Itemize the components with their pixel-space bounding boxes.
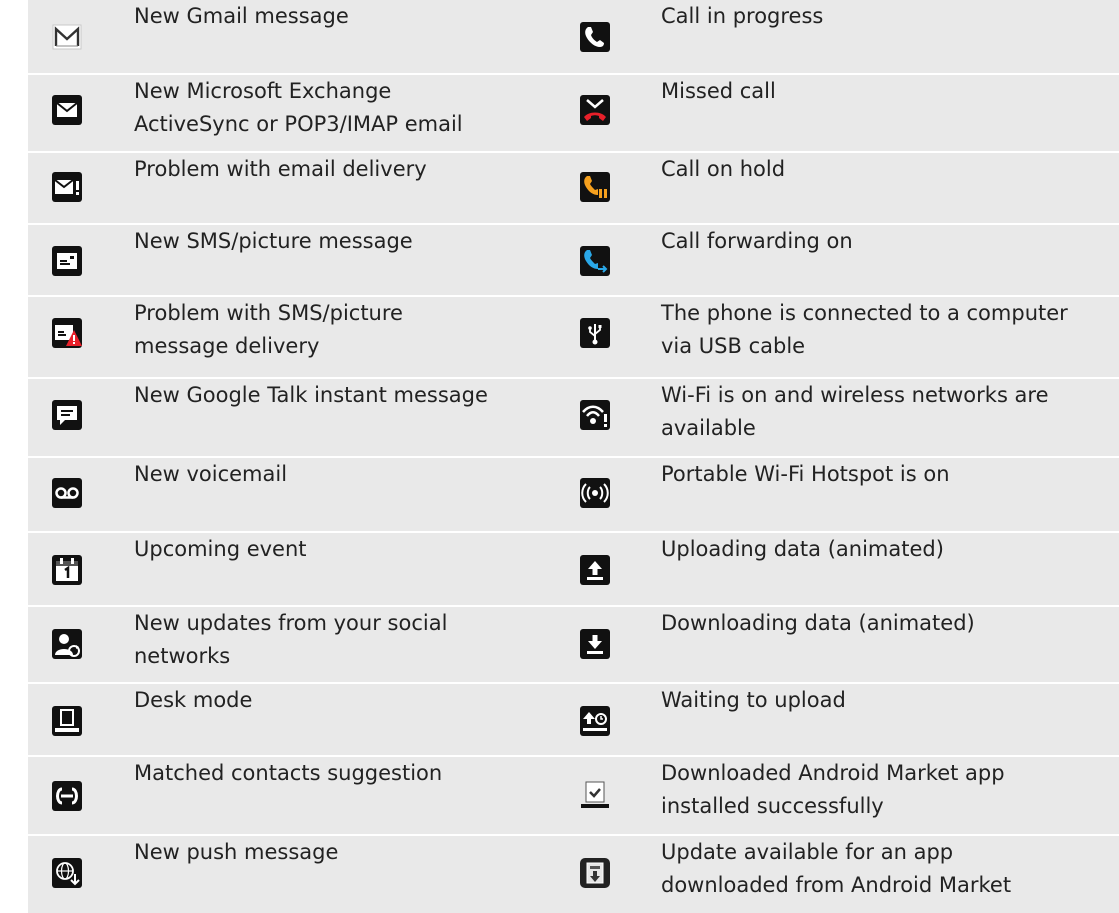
left-description: Problem with email delivery <box>134 153 427 186</box>
description-line: New Microsoft Exchange <box>134 79 392 103</box>
description-line: Uploading data (animated) <box>661 537 944 561</box>
sms-icon <box>52 246 82 276</box>
left-description: New SMS/picture message <box>134 225 413 258</box>
description-line: New SMS/picture message <box>134 229 413 253</box>
description-line: Waiting to upload <box>661 688 846 712</box>
right-description: Uploading data (animated) <box>661 533 944 566</box>
description-line: New push message <box>134 840 339 864</box>
call-forwarding-icon <box>580 246 610 276</box>
right-description: Call forwarding on <box>661 225 853 258</box>
email-problem-icon <box>52 172 82 202</box>
hotspot-icon <box>580 478 610 508</box>
right-description: Portable Wi-Fi Hotspot is on <box>661 458 950 491</box>
call-in-progress-icon <box>580 22 610 52</box>
left-description: New Google Talk instant message <box>134 379 488 412</box>
gmail-icon <box>52 22 82 52</box>
table-row: Upcoming event Uploading data (animated) <box>28 533 1119 605</box>
description-line: New Gmail message <box>134 4 349 28</box>
waiting-upload-icon <box>580 706 610 736</box>
left-description: New Microsoft Exchange ActiveSync or POP3… <box>134 75 463 141</box>
table-row: New Microsoft Exchange ActiveSync or POP3… <box>28 75 1119 151</box>
left-description: New push message <box>134 836 338 869</box>
table-row: New Google Talk instant message Wi-Fi is… <box>28 379 1119 456</box>
table-row: New push message Update available for an… <box>28 836 1119 913</box>
table-row: New updates from your social networks Dow… <box>28 607 1119 682</box>
right-description: The phone is connected to a computer via … <box>661 297 1068 363</box>
right-description: Update available for an app downloaded fr… <box>661 836 1011 902</box>
description-line: downloaded from Android Market <box>661 873 1012 897</box>
call-on-hold-icon <box>580 172 610 202</box>
voicemail-icon <box>52 478 82 508</box>
description-line: Downloading data (animated) <box>661 611 975 635</box>
description-line: Missed call <box>661 79 776 103</box>
description-line: Downloaded Android Market app <box>661 761 1005 785</box>
matched-contacts-icon <box>52 781 82 811</box>
description-line: message delivery <box>134 334 320 358</box>
google-talk-icon <box>52 400 82 430</box>
description-line: Problem with email delivery <box>134 157 427 181</box>
right-description: Waiting to upload <box>661 684 846 717</box>
left-description: Matched contacts suggestion <box>134 757 442 790</box>
table-row: Desk mode Waiting to upload <box>28 684 1119 755</box>
description-line: available <box>661 416 756 440</box>
description-line: Update available for an app <box>661 840 954 864</box>
left-description: New updates from your social networks <box>134 607 447 673</box>
right-description: Call in progress <box>661 0 823 33</box>
description-line: Call in progress <box>661 4 824 28</box>
description-line: Call on hold <box>661 157 786 181</box>
calendar-icon <box>52 555 82 585</box>
description-line: Wi-Fi is on and wireless networks are <box>661 383 1049 407</box>
upload-icon <box>580 555 610 585</box>
right-description: Downloading data (animated) <box>661 607 975 640</box>
push-message-icon <box>52 858 82 888</box>
description-line: networks <box>134 644 231 668</box>
email-icon <box>52 95 82 125</box>
right-description: Wi-Fi is on and wireless networks are ava… <box>661 379 1049 445</box>
missed-call-icon <box>580 95 610 125</box>
description-line: The phone is connected to a computer <box>661 301 1068 325</box>
table-row: Problem with email delivery Call on hold <box>28 153 1119 223</box>
table-row: New voicemail Portable Wi-Fi Hotspot is … <box>28 458 1119 531</box>
description-line: New voicemail <box>134 462 288 486</box>
table-row: Problem with SMS/picture message delivery… <box>28 297 1119 377</box>
right-description: Call on hold <box>661 153 785 186</box>
description-line: installed successfully <box>661 794 884 818</box>
description-line: Matched contacts suggestion <box>134 761 443 785</box>
notification-icon-table: New Gmail message Call in progress New M… <box>0 0 1119 913</box>
usb-icon <box>580 318 610 348</box>
description-line: Call forwarding on <box>661 229 853 253</box>
description-line: Portable Wi-Fi Hotspot is on <box>661 462 950 486</box>
description-line: Problem with SMS/picture <box>134 301 403 325</box>
description-line: via USB cable <box>661 334 806 358</box>
right-description: Downloaded Android Market app installed s… <box>661 757 1005 823</box>
description-line: Desk mode <box>134 688 253 712</box>
left-description: Upcoming event <box>134 533 307 566</box>
description-line: Upcoming event <box>134 537 307 561</box>
desk-mode-icon <box>52 706 82 736</box>
table-row: Matched contacts suggestion Downloaded A… <box>28 757 1119 834</box>
description-line: ActiveSync or POP3/IMAP email <box>134 112 463 136</box>
left-description: New Gmail message <box>134 0 349 33</box>
description-line: New updates from your social <box>134 611 448 635</box>
right-description: Missed call <box>661 75 776 108</box>
social-update-icon <box>52 629 82 659</box>
wifi-available-icon <box>580 400 610 430</box>
left-description: Desk mode <box>134 684 252 717</box>
sms-problem-icon <box>52 318 82 348</box>
download-icon <box>580 629 610 659</box>
table-row: New Gmail message Call in progress <box>28 0 1119 73</box>
app-installed-icon <box>580 781 610 811</box>
table-row: New SMS/picture message Call forwarding … <box>28 225 1119 295</box>
left-description: Problem with SMS/picture message delivery <box>134 297 403 363</box>
description-line: New Google Talk instant message <box>134 383 488 407</box>
left-description: New voicemail <box>134 458 287 491</box>
app-update-icon <box>580 858 610 888</box>
